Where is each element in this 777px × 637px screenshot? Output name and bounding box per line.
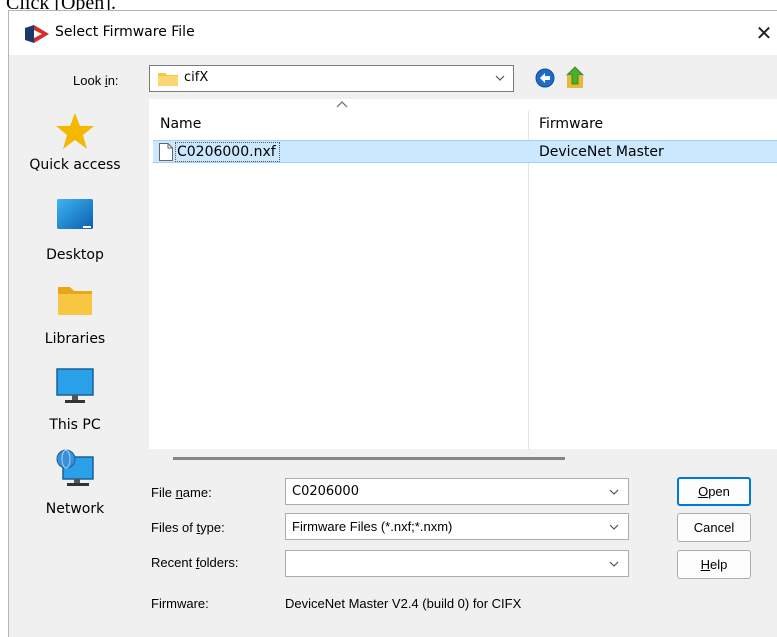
lookin-label: Look in: (73, 73, 119, 88)
title-bar[interactable]: Select Firmware File ✕ (9, 11, 777, 55)
filename-label: File name: (151, 485, 212, 500)
file-name-cell: C0206000.nxf (175, 142, 280, 162)
star-icon (56, 113, 94, 149)
filetype-dropdown[interactable]: Firmware Files (*.nxf;*.nxm) (285, 513, 629, 540)
chevron-down-icon (609, 524, 619, 530)
dialog-title: Select Firmware File (55, 24, 195, 40)
recent-folders-dropdown[interactable] (285, 550, 629, 577)
firmware-info-value: DeviceNet Master V2.4 (build 0) for CIFX (285, 596, 522, 611)
chevron-down-icon (609, 561, 619, 567)
up-folder-icon[interactable] (564, 66, 586, 90)
filename-input[interactable]: C0206000 (285, 478, 629, 505)
file-icon (159, 143, 173, 161)
chevron-down-icon[interactable] (608, 486, 620, 498)
horizontal-scrollbar[interactable] (173, 457, 565, 460)
desktop-icon (57, 199, 93, 229)
places-bar: Quick access Desktop Libraries This PC N… (9, 97, 141, 537)
filetype-label: Files of type: (151, 520, 225, 535)
firmware-label: Firmware: (151, 596, 209, 611)
filetype-value: Firmware Files (*.nxf;*.nxm) (292, 519, 453, 534)
select-firmware-dialog: Select Firmware File ✕ Look in: cifX Qui… (8, 10, 777, 637)
open-button[interactable]: Open (677, 477, 751, 506)
file-list[interactable]: Name Firmware C0206000.nxf DeviceNet Mas… (149, 99, 777, 460)
chevron-down-icon (495, 75, 505, 81)
folder-icon (158, 73, 178, 86)
monitor-icon (56, 368, 94, 403)
app-logo-icon (25, 25, 49, 43)
sort-ascending-icon (336, 101, 348, 108)
file-row[interactable]: C0206000.nxf DeviceNet Master (153, 140, 777, 163)
lookin-dropdown[interactable]: cifX (149, 65, 514, 92)
libraries-folder-icon (58, 287, 92, 315)
back-icon[interactable] (535, 68, 555, 88)
network-icon (56, 449, 94, 486)
column-header-firmware[interactable]: Firmware (539, 116, 603, 132)
recent-folders-label: Recent folders: (151, 555, 239, 570)
file-firmware-cell: DeviceNet Master (539, 144, 664, 160)
close-button[interactable]: ✕ (751, 19, 777, 47)
cancel-button[interactable]: Cancel (677, 513, 751, 542)
filename-value: C0206000 (292, 484, 359, 499)
lookin-value: cifX (184, 70, 209, 85)
help-button[interactable]: Help (677, 550, 751, 579)
column-header-name[interactable]: Name (160, 116, 201, 132)
